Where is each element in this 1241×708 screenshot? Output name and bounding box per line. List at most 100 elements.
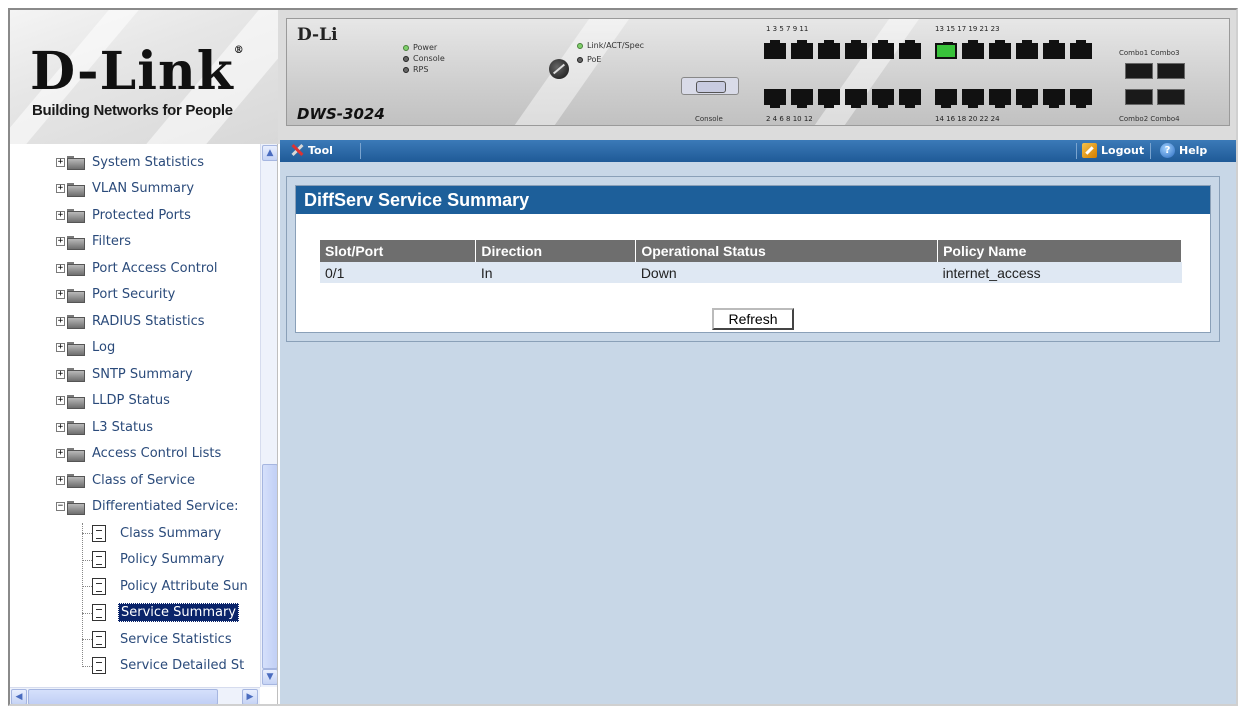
- tree-leaf-item[interactable]: Class Summary: [10, 520, 258, 546]
- led-console: Console: [403, 54, 445, 63]
- led-link-act: Link/ACT/Spec: [577, 41, 644, 50]
- tree-leaf-item[interactable]: Service Statistics: [10, 626, 258, 652]
- hscroll-thumb[interactable]: [28, 689, 218, 704]
- tree-folder-item[interactable]: + L3 Status: [10, 414, 258, 440]
- tree-item-label: SNTP Summary: [92, 366, 193, 382]
- led-poe: PoE: [577, 55, 602, 64]
- reset-knob: [549, 59, 569, 79]
- panel-brand: D-Li: [297, 25, 338, 45]
- combo-label-bottom: Combo2 Combo4: [1119, 115, 1180, 123]
- folder-icon: [67, 474, 85, 488]
- logout-button[interactable]: Logout: [1082, 143, 1144, 158]
- cell-direction: In: [475, 262, 636, 283]
- tree-folder-item[interactable]: + Port Access Control: [10, 255, 258, 281]
- help-button[interactable]: ? Help: [1160, 143, 1207, 158]
- expand-icon[interactable]: +: [56, 157, 65, 167]
- ethernet-port: [899, 40, 921, 59]
- tree-item-label: Port Access Control: [92, 260, 218, 276]
- ethernet-port: [1043, 89, 1065, 108]
- scroll-right-button[interactable]: ▶: [242, 689, 258, 704]
- ethernet-port: [962, 40, 984, 59]
- device-header: D-Li DWS-3024 Power Console RPS Link/ACT…: [278, 10, 1236, 144]
- tree-folder-item[interactable]: + Log: [10, 335, 258, 361]
- tree-item-label: Protected Ports: [92, 207, 191, 223]
- scroll-left-button[interactable]: ◀: [11, 689, 27, 704]
- sidebar-vertical-scrollbar[interactable]: ▲ ▼: [260, 144, 277, 687]
- expand-icon[interactable]: +: [56, 422, 65, 432]
- tree-folder-item[interactable]: + Port Security: [10, 282, 258, 308]
- tree-folder-item[interactable]: + Filters: [10, 229, 258, 255]
- sidebar-horizontal-scrollbar[interactable]: ◀ ▶: [10, 687, 260, 704]
- tree-item-label: LLDP Status: [92, 393, 170, 408]
- expand-icon[interactable]: +: [56, 475, 65, 485]
- ethernet-port: [1070, 40, 1092, 59]
- combo-label-top: Combo1 Combo3: [1119, 49, 1180, 57]
- logout-icon: [1082, 143, 1097, 158]
- tree-leaf-item[interactable]: Service Summary: [10, 600, 258, 626]
- tree-folder-item[interactable]: + RADIUS Statistics: [10, 308, 258, 334]
- panel-inner: DiffServ Service Summary Slot/Port Direc…: [295, 185, 1211, 333]
- folder-icon: [67, 447, 85, 462]
- tree-leaf-item[interactable]: Service Detailed St: [10, 653, 258, 679]
- scroll-down-button[interactable]: ▼: [262, 669, 277, 685]
- scroll-thumb[interactable]: [262, 464, 277, 669]
- tree-folder-item[interactable]: + System Statistics: [10, 149, 258, 175]
- tree-item-label: VLAN Summary: [92, 181, 195, 196]
- expand-icon[interactable]: +: [56, 290, 65, 299]
- ethernet-port: [845, 89, 867, 108]
- tree-leaf-item[interactable]: Policy Attribute Sun: [10, 573, 258, 599]
- combo-port: [1125, 63, 1153, 79]
- tree-folder-item[interactable]: + Class of Service: [10, 467, 258, 493]
- table-header-row: Slot/Port Direction Operational Status P…: [320, 240, 1182, 262]
- expand-icon[interactable]: +: [56, 396, 65, 405]
- collapse-icon[interactable]: −: [56, 502, 65, 511]
- port-numbers-top-a: 1 3 5 7 9 11: [766, 25, 809, 33]
- tree-folder-item[interactable]: − Differentiated Service:: [10, 494, 258, 520]
- ethernet-port: [989, 40, 1011, 59]
- combo-port: [1157, 63, 1185, 79]
- tree-folder-item[interactable]: + Protected Ports: [10, 202, 258, 228]
- ethernet-port: [818, 89, 840, 108]
- page-icon: [92, 551, 106, 568]
- tree-folder-item[interactable]: + VLAN Summary: [10, 176, 258, 202]
- tree-item-label: Port Security: [92, 287, 176, 302]
- help-icon: ?: [1160, 143, 1175, 158]
- page-icon: [92, 524, 106, 542]
- app-frame: D-Link® Building Networks for People D-L…: [8, 8, 1238, 706]
- navigation-tree: + System Statistics + VLAN Summary + Protecte…: [10, 144, 278, 704]
- tree-folder-item[interactable]: + LLDP Status: [10, 388, 258, 414]
- folder-icon: [67, 394, 85, 409]
- expand-icon[interactable]: +: [56, 449, 65, 458]
- folder-icon: [67, 209, 85, 223]
- refresh-button[interactable]: Refresh: [712, 308, 794, 330]
- expand-icon[interactable]: +: [56, 316, 65, 326]
- console-port: [681, 77, 739, 95]
- combo-port: [1157, 89, 1185, 105]
- scroll-up-button[interactable]: ▲: [262, 145, 277, 161]
- brand-tagline: Building Networks for People: [32, 102, 233, 119]
- expand-icon[interactable]: +: [56, 184, 65, 193]
- folder-icon: [67, 288, 85, 303]
- port-numbers-bottom-b: 14 16 18 20 22 24: [935, 115, 1000, 123]
- service-summary-panel: DiffServ Service Summary Slot/Port Direc…: [286, 176, 1220, 342]
- tree-folder-item[interactable]: + SNTP Summary: [10, 361, 258, 387]
- tree-item-label: Log: [92, 340, 116, 355]
- expand-icon[interactable]: +: [56, 210, 65, 220]
- expand-icon[interactable]: +: [56, 343, 65, 352]
- tree-leaf-item[interactable]: Policy Summary: [10, 547, 258, 573]
- led-rps: RPS: [403, 65, 428, 74]
- tree-item-label: Policy Attribute Sun: [120, 578, 248, 594]
- main-content: DiffServ Service Summary Slot/Port Direc…: [280, 162, 1236, 704]
- tree-folder-item[interactable]: + Access Control Lists: [10, 441, 258, 467]
- tool-menu-button[interactable]: Tool: [290, 143, 333, 157]
- tree-item-label: System Statistics: [92, 154, 205, 170]
- cell-operational-status: Down: [635, 262, 938, 283]
- expand-icon[interactable]: +: [56, 237, 65, 246]
- ethernet-port: [872, 89, 894, 108]
- expand-icon[interactable]: +: [56, 369, 65, 379]
- folder-open-icon: [67, 500, 85, 515]
- expand-icon[interactable]: +: [56, 263, 65, 273]
- column-header-operational-status: Operational Status: [635, 240, 939, 262]
- cell-policy-name: internet_access: [937, 262, 1182, 283]
- tree-item-label: Service Detailed St: [120, 658, 245, 673]
